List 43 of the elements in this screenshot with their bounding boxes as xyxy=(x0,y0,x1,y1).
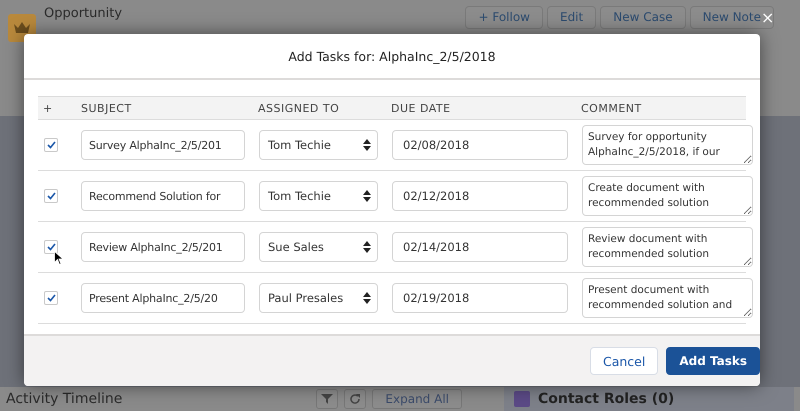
check-icon xyxy=(46,192,56,200)
sort-arrows-icon xyxy=(363,292,371,304)
check-icon xyxy=(46,294,56,302)
sort-arrows-icon xyxy=(363,241,371,253)
check-icon xyxy=(46,243,56,251)
subject-field[interactable]: Present AlphaInc_2/5/20 xyxy=(81,283,245,313)
row-checkbox[interactable] xyxy=(44,240,58,254)
column-header: + xyxy=(42,102,54,114)
assignee-select[interactable]: Tom Techie xyxy=(259,181,378,211)
cursor-icon xyxy=(54,251,63,265)
contact-icon xyxy=(514,391,530,407)
column-header: ASSIGNED TO xyxy=(257,102,340,114)
sort-arrows-icon xyxy=(363,139,371,151)
date-field[interactable]: 02/14/2018 xyxy=(392,232,568,262)
filter-icon[interactable] xyxy=(316,389,338,409)
subject-field[interactable]: Recommend Solution for xyxy=(81,181,245,211)
date-field[interactable]: 02/12/2018 xyxy=(392,181,568,211)
card-title: Contact Roles (0) xyxy=(538,391,674,407)
comment-field[interactable]: Present document with recommended solution and xyxy=(582,278,753,318)
sort-arrows-icon xyxy=(363,190,371,202)
row-checkbox[interactable] xyxy=(44,189,58,203)
assignee-select[interactable]: Paul Presales xyxy=(259,283,378,313)
dialog-title: Add Tasks for: AlphaInc_2/5/2018 xyxy=(288,48,496,64)
add-tasks-button[interactable]: Add Tasks xyxy=(666,347,760,375)
column-header: SUBJECT xyxy=(80,102,133,114)
check-icon xyxy=(46,141,56,149)
cancel-button[interactable]: Cancel xyxy=(590,347,658,375)
subject-field[interactable]: Survey AlphaInc_2/5/201 xyxy=(81,130,245,160)
column-header: DUE DATE xyxy=(390,102,452,114)
row-checkbox[interactable] xyxy=(44,291,58,305)
assignee-select[interactable]: Tom Techie xyxy=(259,130,378,160)
comment-field[interactable]: Review document with recommended solution xyxy=(582,227,753,267)
comment-field[interactable]: Survey for opportunity AlphaInc_2/5/2018, if our xyxy=(582,125,753,165)
record-type: Opportunity xyxy=(44,6,122,21)
section-title: Activity Timeline xyxy=(6,391,122,407)
assignee-select[interactable]: Sue Sales xyxy=(259,232,378,262)
subject-field[interactable]: Review AlphaInc_2/5/201 xyxy=(81,232,245,262)
column-header: COMMENT xyxy=(580,102,643,114)
row-checkbox[interactable] xyxy=(44,138,58,152)
date-field[interactable]: 02/19/2018 xyxy=(392,283,568,313)
comment-field[interactable]: Create document with recommended solution xyxy=(582,176,753,216)
date-field[interactable]: 02/08/2018 xyxy=(392,130,568,160)
refresh-icon[interactable] xyxy=(344,389,366,409)
